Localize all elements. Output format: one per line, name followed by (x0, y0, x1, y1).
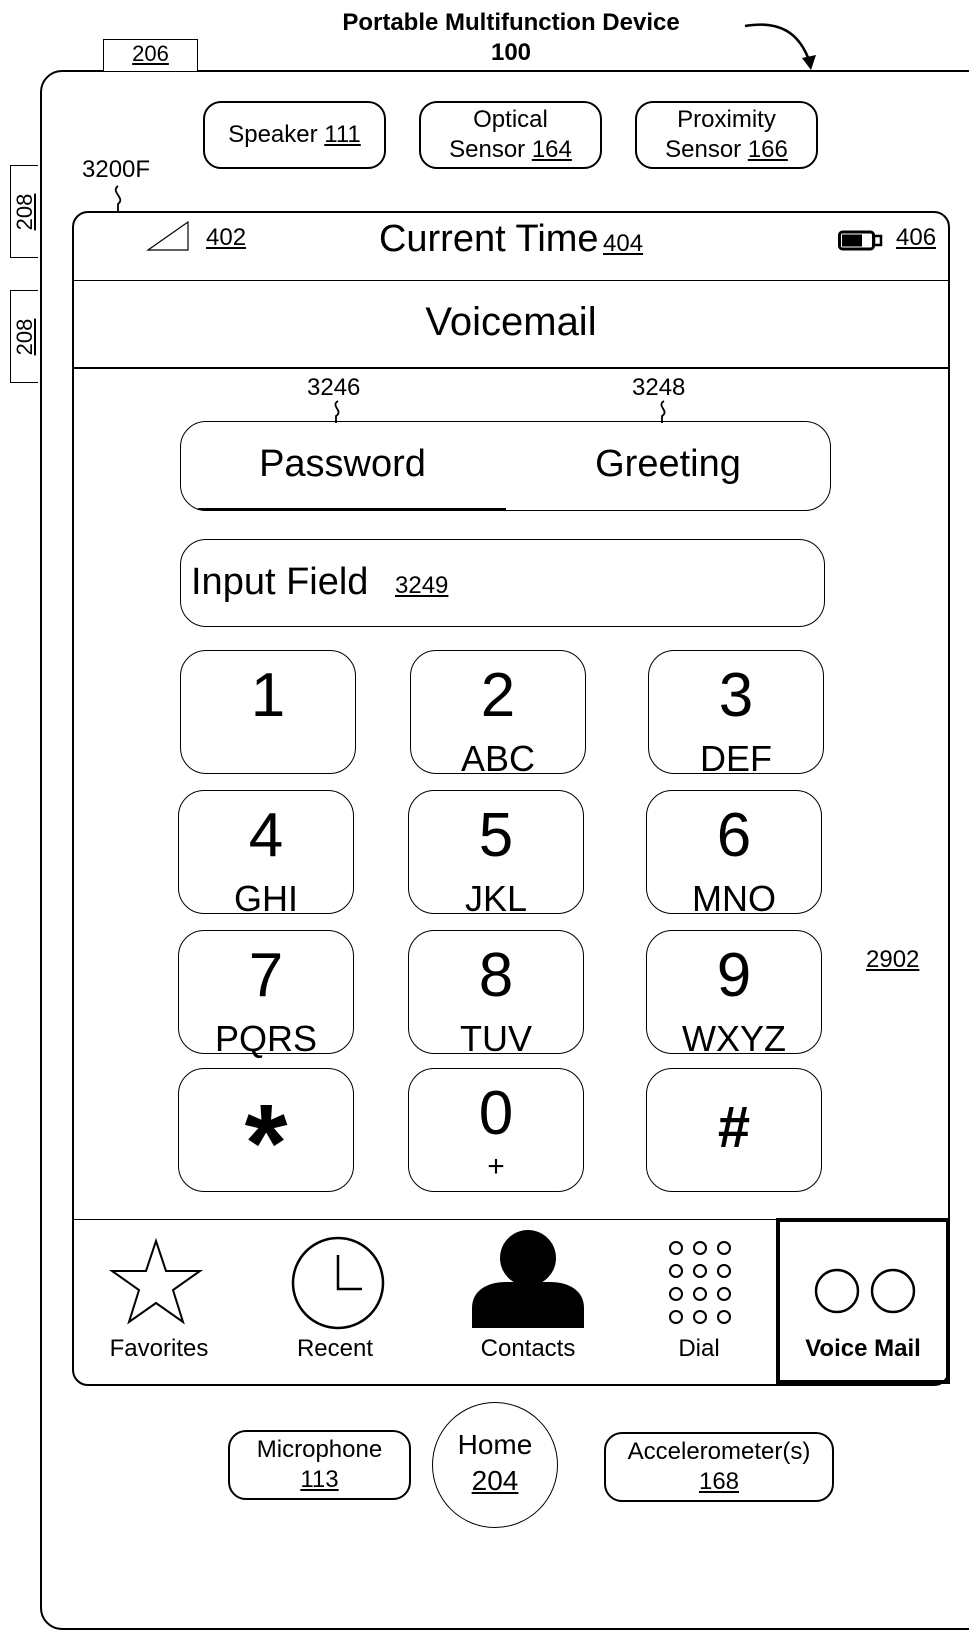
key-9[interactable]: 9 WXYZ (646, 930, 822, 1059)
ref-206-tab: 206 (103, 39, 198, 71)
key-star[interactable]: * (178, 1068, 354, 1199)
tab-label-contacts: Contacts (480, 1335, 576, 1362)
key-letters: + (487, 1150, 505, 1183)
status-time: Current Time 404 (0, 216, 969, 262)
current-time-ref: 404 (603, 230, 644, 257)
screen-ref: 3200F (82, 156, 151, 183)
tab-recent[interactable]: Recent (250, 1218, 420, 1384)
microphone-box: Microphone 113 (228, 1430, 411, 1500)
microphone-label: Microphone (256, 1436, 383, 1463)
key-digit: 8 (478, 941, 514, 1010)
greeting-ref: 3248 (632, 374, 686, 401)
key-digit: 5 (478, 801, 514, 870)
ref-208-bottom: 208 (11, 318, 37, 355)
key-digit: 0 (478, 1079, 514, 1148)
side-button-208-bottom[interactable]: 208 (10, 290, 38, 383)
tab-label-favorites: Favorites (109, 1335, 209, 1362)
key-pound[interactable]: # (646, 1068, 822, 1192)
speaker-box: Speaker 111 (203, 101, 386, 169)
tab-password[interactable]: Password (180, 421, 505, 511)
key-letters: ABC (460, 738, 536, 779)
key-4[interactable]: 4 GHI (178, 790, 354, 919)
home-label: Home (457, 1429, 533, 1460)
battery-ref: 406 (896, 224, 937, 251)
key-letters: TUV (460, 1018, 532, 1059)
battery-icon (838, 230, 883, 251)
key-6[interactable]: 6 MNO (646, 790, 822, 919)
device-ref-arrow (744, 23, 816, 70)
accelerometer-label: Accelerometer(s) (627, 1438, 811, 1465)
tab-label-recent: Recent (296, 1335, 374, 1362)
page-title: Voicemail (425, 300, 597, 344)
tab-contacts[interactable]: Contacts (443, 1218, 613, 1384)
ref-206: 206 (132, 41, 169, 66)
proximity-sensor-box: Proximity Sensor 166 (635, 101, 818, 169)
proximity-label: Proximity (677, 106, 776, 133)
key-letters: DEF (700, 738, 772, 779)
tab-label-dial: Dial (678, 1335, 720, 1362)
accelerometer-ref: 168 (698, 1468, 740, 1495)
greeting-segment-label: Greeting (595, 443, 741, 485)
proximity-ref: 166 (747, 136, 788, 163)
accelerometer-box: Accelerometer(s) 168 (604, 1432, 834, 1502)
key-8[interactable]: 8 TUV (408, 930, 584, 1059)
status-bar-divider (74, 280, 948, 281)
keypad-ref: 2902 (866, 946, 920, 973)
key-letters: JKL (464, 878, 528, 919)
key-letters: WXYZ (682, 1018, 786, 1059)
tab-favorites[interactable]: Favorites (74, 1218, 244, 1384)
tab-greeting[interactable]: Greeting (505, 421, 831, 511)
key-letters: GHI (233, 878, 298, 919)
key-1[interactable]: 1 (180, 650, 356, 774)
key-letters: MNO (692, 878, 776, 919)
key-digit: 9 (716, 941, 752, 1010)
key-2[interactable]: 2 ABC (410, 650, 586, 779)
tab-label-voice-mail: Voice Mail (805, 1335, 921, 1362)
key-digit: * (244, 1082, 288, 1205)
speaker-ref: 111 (324, 121, 361, 148)
current-time-label: Current Time (378, 218, 599, 260)
key-digit: # (717, 1095, 751, 1160)
screen-ref-squiggle (114, 185, 122, 212)
speaker-label: Speaker (228, 121, 318, 148)
star-icon (108, 1238, 204, 1325)
password-segment-label: Password (259, 443, 426, 485)
tab-dial[interactable]: Dial (614, 1218, 784, 1384)
home-button[interactable]: Home 204 (432, 1402, 558, 1528)
clock-icon (291, 1236, 385, 1330)
key-letters: PQRS (214, 1018, 318, 1059)
key-0[interactable]: 0 + (408, 1068, 584, 1192)
header-divider (74, 367, 948, 369)
optical-sensor-box: Optical Sensor 164 (419, 101, 602, 169)
key-digit: 6 (716, 801, 752, 870)
input-field-label: Input Field (191, 561, 369, 603)
optical-label: Optical (473, 106, 548, 133)
tab-voice-mail[interactable]: Voice Mail (776, 1218, 950, 1384)
optical-ref: 164 (531, 136, 572, 163)
key-digit: 3 (718, 661, 754, 730)
key-digit: 7 (248, 941, 284, 1010)
key-5[interactable]: 5 JKL (408, 790, 584, 919)
optical-label2: Sensor (449, 136, 526, 163)
person-icon (472, 1230, 584, 1328)
key-digit: 4 (248, 801, 284, 870)
password-ref: 3246 (307, 374, 361, 401)
keypad-icon (669, 1241, 731, 1324)
microphone-ref: 113 (300, 1466, 339, 1493)
key-3[interactable]: 3 DEF (648, 650, 824, 779)
input-field-ref: 3249 (395, 572, 449, 599)
home-ref: 204 (471, 1465, 519, 1496)
key-7[interactable]: 7 PQRS (178, 930, 354, 1059)
key-digit: 2 (480, 661, 516, 730)
proximity-label2: Sensor (665, 136, 742, 163)
voicemail-icon (814, 1268, 916, 1314)
key-digit: 1 (250, 661, 286, 730)
input-field[interactable]: Input Field 3249 (180, 539, 825, 627)
